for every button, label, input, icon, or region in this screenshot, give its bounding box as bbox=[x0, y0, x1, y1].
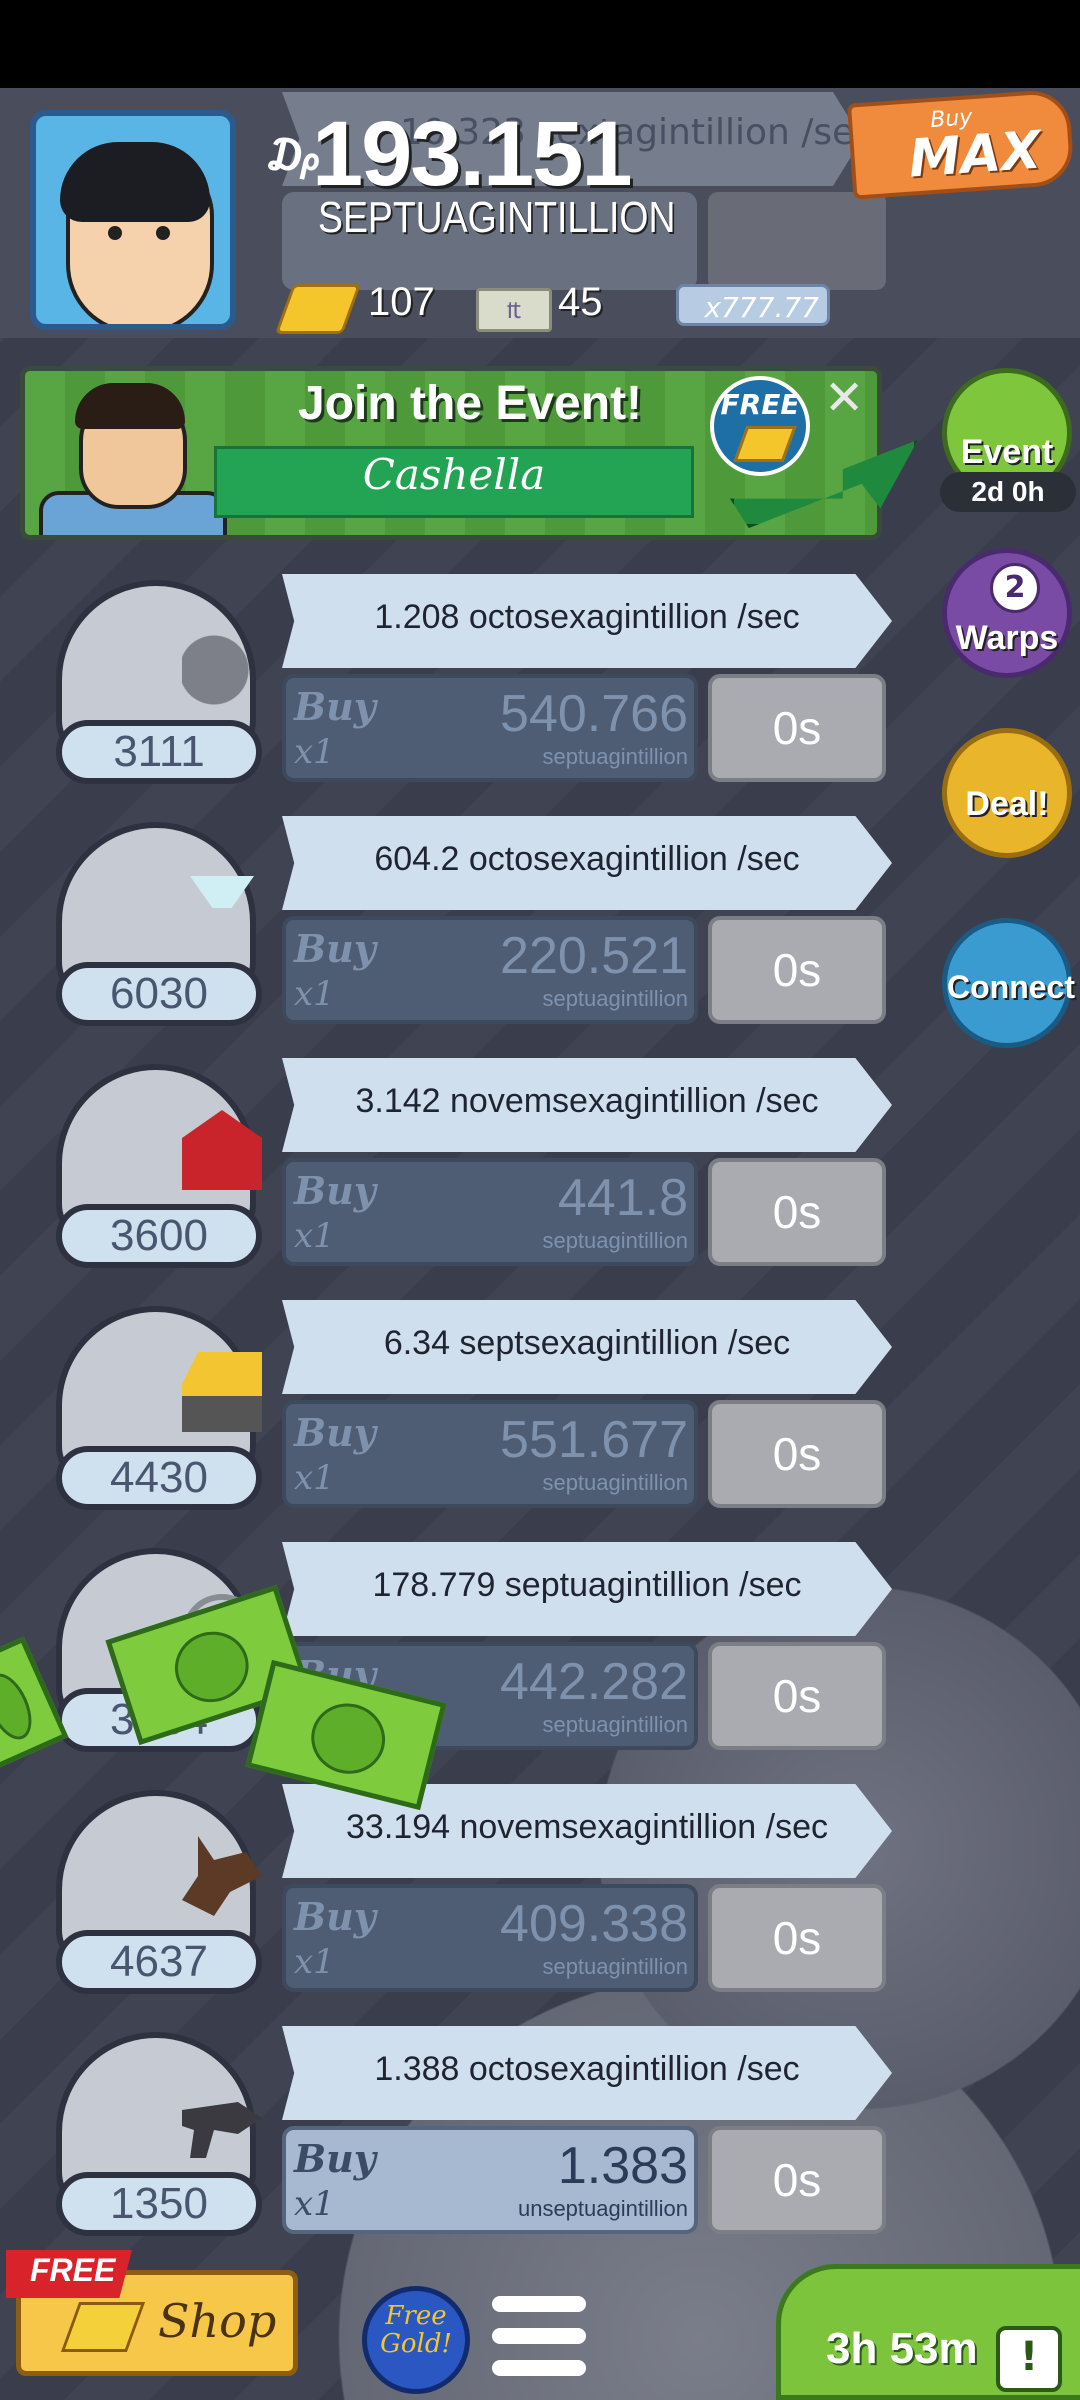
header-ghost-timer bbox=[708, 192, 886, 290]
event-character bbox=[39, 381, 229, 535]
ray-gun-icon bbox=[182, 2102, 262, 2158]
avatar-eye bbox=[156, 226, 170, 240]
business-owned-count: 6030 bbox=[56, 962, 262, 1026]
buy-cost-unit: septuagintillion bbox=[542, 1228, 688, 1253]
business-owned-count: 4430 bbox=[56, 1446, 262, 1510]
menu-line bbox=[492, 2360, 586, 2376]
buy-label: Buy bbox=[294, 2136, 376, 2181]
buy-cost: 540.766 bbox=[500, 685, 688, 743]
cocktail-glass-icon bbox=[190, 876, 254, 944]
buy-cost-unit: septuagintillion bbox=[542, 1712, 688, 1737]
free-gold-label: Free Gold! bbox=[380, 2301, 452, 2359]
business-timer[interactable]: 0s bbox=[708, 1400, 886, 1508]
event-button-label: Event bbox=[960, 433, 1054, 471]
business-row: 3111 1.208 octosexagintillion /sec Buy x1 54… bbox=[0, 574, 1080, 814]
buy-cost: 220.521 bbox=[500, 927, 688, 985]
avatar-eye bbox=[108, 226, 122, 240]
moon-rocket-icon bbox=[182, 626, 262, 706]
event-name: Cashella bbox=[362, 450, 546, 499]
business-rate: 3.142 novemsexagintillion /sec bbox=[355, 1082, 819, 1120]
menu-line bbox=[492, 2296, 586, 2312]
buy-cost-unit: septuagintillion bbox=[542, 1470, 688, 1495]
shop-label: Shop bbox=[158, 2294, 277, 2348]
business-owned-count: 1350 bbox=[56, 2172, 262, 2236]
business-rate: 33.194 novemsexagintillion /sec bbox=[346, 1808, 828, 1846]
menu-line bbox=[492, 2328, 586, 2344]
business-rate: 6.34 septsexagintillion /sec bbox=[383, 1324, 791, 1362]
business-timer[interactable]: 0s bbox=[708, 916, 886, 1024]
gold-bar-icon bbox=[733, 426, 797, 462]
business-rate: 1.208 octosexagintillion /sec bbox=[374, 598, 800, 636]
money-unit: SEPTUAGINTILLION bbox=[318, 193, 676, 242]
buy-cost-unit: septuagintillion bbox=[542, 986, 688, 1011]
buy-cost: 441.8 bbox=[557, 1169, 688, 1227]
buy-multiplier: x1 bbox=[294, 1216, 335, 1256]
profit-multiplier-badge: x777.77 bbox=[676, 284, 830, 326]
event-character-hair bbox=[75, 383, 185, 429]
cheese-cart-icon bbox=[182, 1352, 262, 1432]
business-row: 4430 6.34 septsexagintillion /sec Buy x1 551… bbox=[0, 1300, 1080, 1540]
buy-label: Buy bbox=[294, 1410, 376, 1455]
buy-multiplier: x1 bbox=[294, 1942, 335, 1982]
buy-cost: 551.677 bbox=[500, 1411, 688, 1469]
gold-count: 107 bbox=[368, 280, 435, 324]
close-icon[interactable]: ✕ bbox=[824, 370, 864, 426]
buy-multiplier: x1 bbox=[294, 974, 335, 1014]
barn-icon bbox=[182, 1110, 262, 1190]
event-title: Join the Event! bbox=[298, 377, 643, 430]
free-badge-label: FREE bbox=[720, 388, 800, 421]
business-row: 6030 604.2 octosexagintillion /sec Buy x1 22… bbox=[0, 816, 1080, 1056]
business-timer[interactable]: 0s bbox=[708, 1158, 886, 1266]
business-row: 1350 1.388 octosexagintillion /sec Buy x1 1.… bbox=[0, 2026, 1080, 2266]
menu-icon[interactable] bbox=[492, 2290, 586, 2384]
business-timer[interactable]: 0s bbox=[708, 674, 886, 782]
buy-cost: 1.383 bbox=[557, 2137, 688, 2195]
business-row: 3600 3.142 novemsexagintillion /sec Buy x1 4… bbox=[0, 1058, 1080, 1298]
event-timer: 2d 0h bbox=[940, 472, 1076, 512]
buy-cost-unit: septuagintillion bbox=[542, 744, 688, 769]
free-ribbon-label: FREE bbox=[30, 2252, 116, 2288]
business-timer[interactable]: 0s bbox=[708, 1642, 886, 1750]
business-timer[interactable]: 0s bbox=[708, 2126, 886, 2234]
buy-multiplier: x1 bbox=[294, 2184, 335, 2224]
buy-label: Buy bbox=[294, 684, 376, 729]
buy-label: Buy bbox=[294, 1168, 376, 1213]
alert-icon[interactable]: ! bbox=[996, 2326, 1062, 2392]
money-amount: 193.151 bbox=[312, 103, 633, 205]
buy-multiplier: x1 bbox=[294, 1458, 335, 1498]
megabucks-icon: ₶ bbox=[476, 288, 552, 332]
buy-cost: 442.282 bbox=[500, 1653, 688, 1711]
business-rate: 1.388 octosexagintillion /sec bbox=[374, 2050, 800, 2088]
business-rate: 604.2 octosexagintillion /sec bbox=[374, 840, 800, 878]
buy-max-button[interactable]: Buy MAX bbox=[846, 88, 1076, 200]
werewolf-icon bbox=[182, 1836, 262, 1916]
status-bar bbox=[0, 0, 1080, 88]
business-rate: 178.779 septuagintillion /sec bbox=[372, 1566, 802, 1604]
business-owned-count: 3111 bbox=[56, 720, 262, 784]
free-gold-badge: FREE bbox=[710, 376, 810, 476]
megabucks-count: 45 bbox=[558, 280, 603, 324]
business-owned-count: 3600 bbox=[56, 1204, 262, 1268]
buy-label: Buy bbox=[294, 1894, 376, 1939]
buy-cost-unit: unseptuagintillion bbox=[517, 2196, 688, 2221]
business-row: 4637 33.194 novemsexagintillion /sec Buy x1… bbox=[0, 1784, 1080, 2024]
timer-text: 3h 53m bbox=[826, 2324, 978, 2373]
buy-label: Buy bbox=[294, 926, 376, 971]
business-owned-count: 4637 bbox=[56, 1930, 262, 1994]
buy-cost-unit: septuagintillion bbox=[542, 1954, 688, 1979]
buy-multiplier: x1 bbox=[294, 732, 335, 772]
buy-max-label: MAX bbox=[906, 120, 1043, 190]
buy-cost: 409.338 bbox=[500, 1895, 688, 1953]
avatar-hair bbox=[60, 142, 210, 222]
avatar[interactable] bbox=[30, 110, 236, 330]
business-timer[interactable]: 0s bbox=[708, 1884, 886, 1992]
